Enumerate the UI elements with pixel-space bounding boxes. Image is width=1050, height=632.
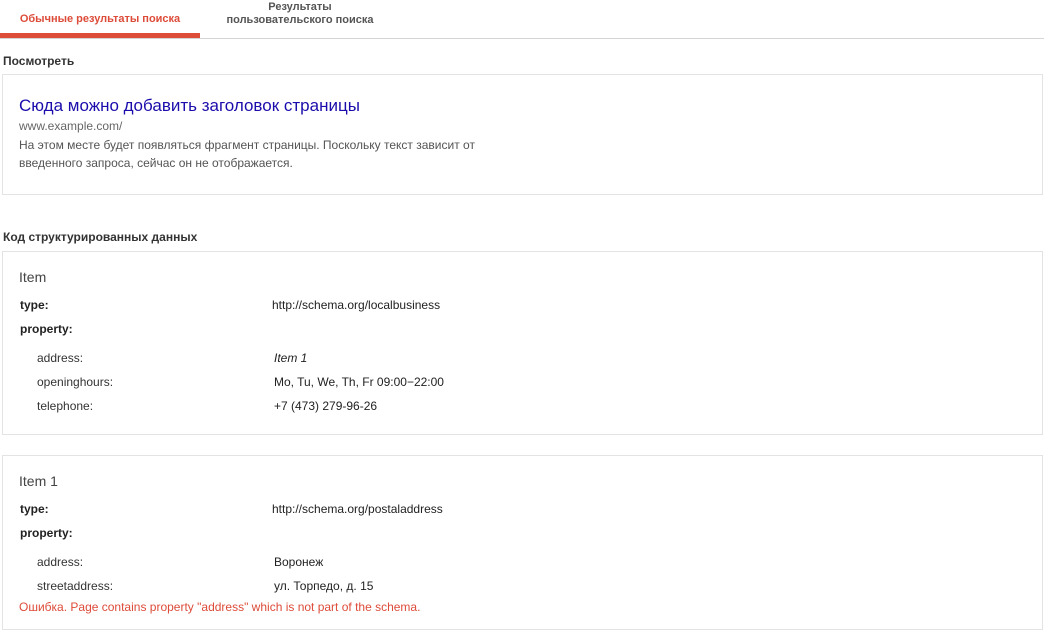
property-key: openinghours: (37, 375, 114, 389)
tab-custom-results[interactable]: Результаты пользовательского поиска (200, 0, 400, 38)
tab-normal-results[interactable]: Обычные результаты поиска (0, 0, 200, 38)
property-key: address: (37, 351, 84, 365)
results-tabbar: Обычные результаты поиска Результаты пол… (0, 0, 1044, 39)
tab-custom-results-label-line2: пользовательского поиска (226, 14, 374, 26)
snippet-url: www.example.com/ (19, 119, 123, 133)
preview-heading: Посмотреть (3, 54, 75, 68)
snippet-title-link[interactable]: Сюда можно добавить заголовок страницы (19, 96, 360, 116)
error-message: Ошибка. Page contains property "address"… (19, 600, 421, 614)
item-name: Item 1 (19, 473, 58, 489)
property-label: property: (20, 526, 73, 540)
property-value: +7 (473) 279-96-26 (274, 399, 378, 413)
structured-item-card: Item 1 type: http://schema.org/postaladd… (2, 455, 1043, 630)
type-label: type: (20, 298, 49, 312)
property-key: telephone: (37, 399, 94, 413)
active-tab-indicator (0, 33, 200, 38)
property-key: address: (37, 555, 84, 569)
snippet-description-line2: введенного запроса, сейчас он не отображ… (19, 156, 293, 170)
snippet-description: На этом месте будет появляться фрагмент … (19, 136, 559, 172)
type-label: type: (20, 502, 49, 516)
preview-box: Сюда можно добавить заголовок страницы w… (2, 74, 1043, 195)
property-key: streetaddress: (37, 579, 114, 593)
item-name: Item (19, 269, 47, 285)
type-value: http://schema.org/postaladdress (272, 502, 443, 516)
type-value: http://schema.org/localbusiness (272, 298, 441, 312)
structured-data-heading: Код структурированных данных (3, 230, 198, 244)
tab-normal-results-label: Обычные результаты поиска (19, 13, 181, 25)
property-value: Mo, Tu, We, Th, Fr 09:00−22:00 (274, 375, 444, 389)
property-value-link[interactable]: Item 1 (274, 351, 307, 365)
snippet-description-line1: На этом месте будет появляться фрагмент … (19, 138, 475, 152)
structured-item-card: Item type: http://schema.org/localbusine… (2, 251, 1043, 435)
tab-custom-results-label-line1: Результаты (268, 1, 332, 13)
property-value: ул. Торпедо, д. 15 (274, 579, 374, 593)
property-label: property: (20, 322, 73, 336)
property-value: Воронеж (274, 555, 324, 569)
